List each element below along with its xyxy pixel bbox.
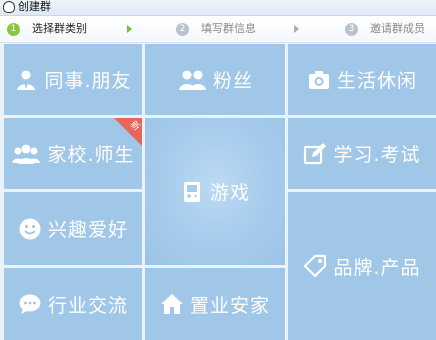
people-icon (178, 70, 206, 90)
category-school-label: 家校.师生 (47, 144, 135, 166)
tag-icon (304, 254, 327, 278)
category-brand[interactable]: 品牌.产品 (288, 192, 436, 340)
step-2-label: 填写群信息 (201, 22, 256, 35)
step-1: 1 选择群类别 (7, 21, 87, 37)
window-title: 创建群 (18, 0, 51, 13)
category-property-label: 置业安家 (189, 294, 270, 317)
step-1-label: 选择群类别 (32, 22, 87, 35)
step-2: 2 填写群信息 (176, 21, 256, 37)
category-fans[interactable]: 粉丝 (145, 44, 285, 115)
category-game-label: 游戏 (209, 182, 250, 204)
category-school[interactable]: 新 家校.师生 (4, 118, 142, 189)
step-3: 3 邀请群成员 (345, 21, 425, 37)
pencil-icon (304, 142, 327, 164)
step-arrow-icon (127, 25, 132, 33)
category-property[interactable]: 置业安家 (145, 268, 285, 340)
step-indicator: 1 选择群类别 2 填写群信息 3 邀请群成员 (0, 16, 436, 43)
app-icon (3, 1, 15, 13)
gamepad-icon (183, 181, 200, 202)
category-interest-label: 兴趣爱好 (47, 219, 128, 241)
category-study-label: 学习.考试 (333, 144, 421, 166)
chat-bubble-icon (19, 294, 41, 314)
category-grid: 同事.朋友 粉丝 生活休闲 新 家校.师生 游戏 学习.考试 兴趣爱好 品牌.产… (4, 44, 436, 340)
category-colleagues-label: 同事.朋友 (44, 70, 132, 92)
camera-icon (308, 70, 329, 89)
category-industry-label: 行业交流 (47, 294, 128, 317)
group-icon (12, 144, 41, 164)
step-2-number: 2 (176, 23, 189, 36)
step-1-number: 1 (7, 23, 20, 36)
step-arrow-icon (294, 25, 299, 33)
person-icon (17, 70, 36, 90)
house-icon (160, 294, 183, 314)
category-colleagues[interactable]: 同事.朋友 (4, 44, 142, 115)
category-interest[interactable]: 兴趣爱好 (4, 192, 142, 265)
category-brand-label: 品牌.产品 (333, 256, 421, 279)
smile-icon (19, 218, 41, 239)
category-life-label: 生活休闲 (336, 70, 417, 92)
category-industry[interactable]: 行业交流 (4, 268, 142, 340)
category-study[interactable]: 学习.考试 (288, 118, 436, 189)
category-life[interactable]: 生活休闲 (288, 44, 436, 115)
create-group-window: 创建群 1 选择群类别 2 填写群信息 3 邀请群成员 同事.朋友 粉丝 生活休… (0, 0, 436, 340)
step-3-number: 3 (345, 23, 358, 36)
step-3-label: 邀请群成员 (370, 22, 425, 35)
category-fans-label: 粉丝 (212, 70, 253, 92)
category-game[interactable]: 游戏 (145, 118, 285, 265)
title-bar: 创建群 (0, 0, 436, 16)
